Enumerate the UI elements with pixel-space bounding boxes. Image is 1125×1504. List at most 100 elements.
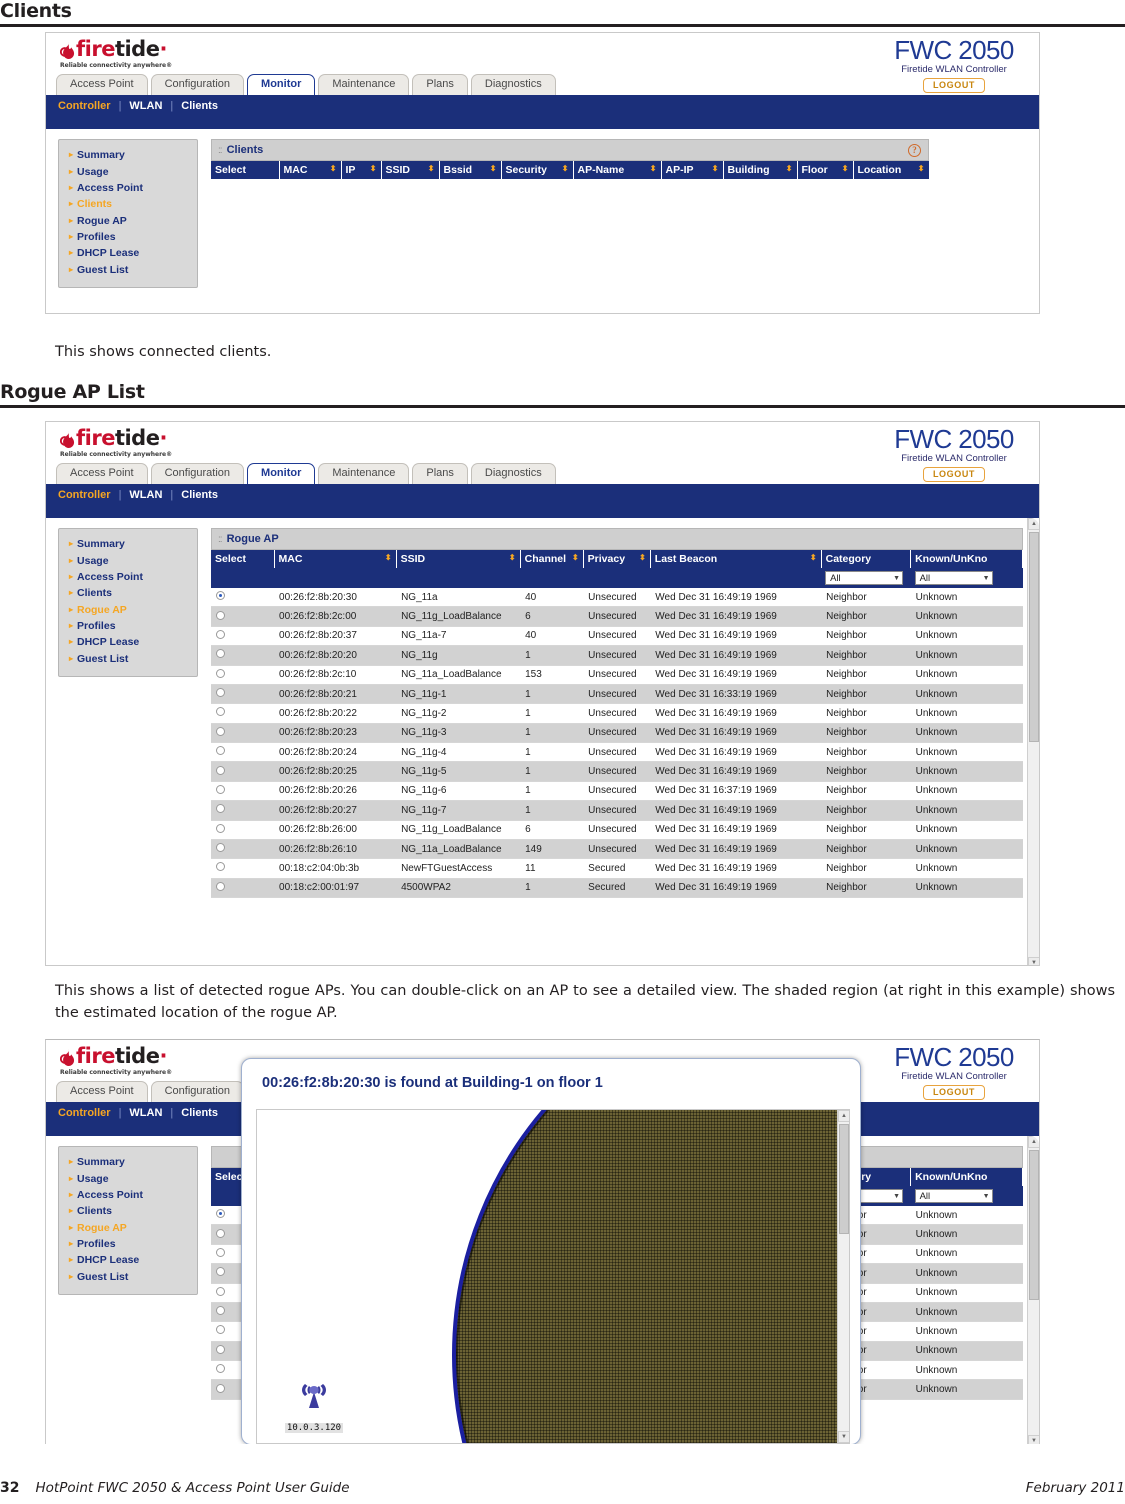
row-select-cell[interactable] — [211, 684, 275, 705]
tab-configuration[interactable]: Configuration — [150, 73, 245, 95]
sort-arrows-icon[interactable]: ⬍ — [918, 164, 925, 174]
sidebar-item-usage[interactable]: ▸ Usage — [65, 1170, 191, 1186]
help-icon[interactable]: ? — [908, 143, 921, 157]
scroll-up-arrow[interactable]: ▲ — [1028, 518, 1039, 530]
tab-diagnostics[interactable]: Diagnostics — [470, 462, 556, 484]
drag-grip-icon[interactable]: :: — [218, 145, 222, 156]
tab-access-point[interactable]: Access Point — [56, 462, 148, 484]
sort-arrows-icon[interactable]: ⬍ — [842, 164, 849, 174]
sidebar-item-guest-list[interactable]: ▸ Guest List — [65, 262, 191, 278]
sidebar-item-dhcp-lease[interactable]: ▸ DHCP Lease — [65, 1252, 191, 1268]
scroll-thumb[interactable] — [1029, 532, 1039, 742]
row-radio-button[interactable] — [216, 784, 225, 794]
page-vertical-scrollbar[interactable]: ▲ ▼ — [1027, 518, 1039, 965]
tab-configuration[interactable]: Configuration — [150, 462, 245, 484]
sidebar-item-profiles[interactable]: ▸ Profiles — [65, 618, 191, 634]
row-radio-button[interactable] — [216, 649, 225, 659]
sidebar-item-summary[interactable]: ▸ Summary — [65, 147, 191, 163]
row-radio-button[interactable] — [216, 1344, 225, 1354]
sidebar-item-profiles[interactable]: ▸ Profiles — [65, 1236, 191, 1252]
sort-arrows-icon[interactable]: ⬍ — [639, 553, 646, 563]
row-radio-button[interactable] — [216, 707, 225, 717]
logout-button[interactable]: LOGOUT — [922, 467, 986, 483]
rogue-col-privacy[interactable]: Privacy ⬍ — [583, 550, 651, 568]
sort-arrows-icon[interactable]: ⬍ — [385, 553, 392, 563]
table-row[interactable]: 00:26:f2:8b:2c:00NG_11g_LoadBalance6Unse… — [211, 606, 1023, 627]
map-vertical-scrollbar[interactable]: ▲ ▼ — [837, 1110, 849, 1443]
row-select-cell[interactable] — [211, 878, 275, 899]
row-radio-button[interactable] — [216, 1286, 225, 1296]
table-row[interactable]: 00:26:f2:8b:26:00 NG_11g_LoadBalance 6 Unse… — [211, 820, 1023, 840]
sort-arrows-icon[interactable]: ⬍ — [330, 164, 337, 174]
row-select-cell[interactable] — [211, 839, 275, 860]
tab-maintenance[interactable]: Maintenance — [318, 73, 410, 95]
row-select-cell[interactable] — [211, 858, 275, 879]
sidebar-item-access-point[interactable]: ▸ Access Point — [65, 1187, 191, 1203]
row-select-cell[interactable] — [211, 723, 275, 744]
sort-arrows-icon[interactable]: ⬍ — [650, 164, 657, 174]
sort-arrows-icon[interactable]: ⬍ — [810, 553, 817, 563]
rogue-col-channel[interactable]: Channel ⬍ — [520, 550, 584, 568]
clients-col-security[interactable]: Security ⬍ — [501, 161, 574, 179]
row-select-cell[interactable] — [211, 645, 275, 666]
sidebar-item-clients[interactable]: ▸ Clients — [65, 196, 191, 212]
breadcrumb-controller[interactable]: Controller — [58, 489, 119, 501]
row-radio-button[interactable] — [216, 746, 225, 756]
table-row[interactable]: 00:26:f2:8b:20:30NG_11a40UnsecuredWed De… — [211, 588, 1023, 608]
scroll-up-arrow[interactable]: ▲ — [838, 1110, 849, 1122]
clients-col-floor[interactable]: Floor ⬍ — [797, 161, 854, 179]
row-radio-button[interactable] — [216, 1228, 225, 1238]
row-radio-button[interactable] — [216, 629, 225, 639]
row-radio-button[interactable] — [216, 1209, 225, 1219]
table-row[interactable]: 00:26:f2:8b:20:24NG_11g-41UnsecuredWed D… — [211, 742, 1023, 763]
table-row[interactable]: 00:26:f2:8b:20:20NG_11g1UnsecuredWed Dec… — [211, 645, 1023, 666]
logout-button[interactable]: LOGOUT — [922, 1085, 986, 1101]
breadcrumb-controller[interactable]: Controller — [58, 100, 119, 112]
logout-button[interactable]: LOGOUT — [922, 78, 986, 94]
tab-access-point[interactable]: Access Point — [56, 73, 148, 95]
table-row[interactable]: 00:26:f2:8b:20:26 NG_11g-6 1 Unsecured Wed D… — [211, 781, 1023, 802]
row-radio-button[interactable] — [216, 1306, 225, 1316]
tab-access-point[interactable]: Access Point — [56, 1080, 148, 1102]
rogue-col-ssid[interactable]: SSID ⬍ — [396, 550, 521, 568]
tab-maintenance[interactable]: Maintenance — [318, 462, 410, 484]
row-radio-button[interactable] — [216, 765, 225, 775]
table-row[interactable]: 00:26:f2:8b:20:37NG_11a-740UnsecuredWed … — [211, 626, 1023, 647]
clients-col-bssid[interactable]: Bssid ⬍ — [439, 161, 502, 179]
row-radio-button[interactable] — [216, 1267, 225, 1277]
sort-arrows-icon[interactable]: ⬍ — [712, 164, 719, 174]
clients-col-ap-ip[interactable]: AP-IP ⬍ — [661, 161, 724, 179]
sidebar-item-usage[interactable]: ▸ Usage — [65, 552, 191, 568]
breadcrumb-wlan[interactable]: WLAN — [121, 489, 170, 501]
sort-arrows-icon[interactable]: ⬍ — [509, 553, 516, 563]
sort-arrows-icon[interactable]: ⬍ — [562, 164, 569, 174]
scroll-down-arrow[interactable]: ▼ — [1028, 1435, 1039, 1444]
row-select-cell[interactable] — [211, 626, 275, 647]
known-filter-select[interactable]: All ▼ — [914, 571, 993, 585]
tab-monitor[interactable]: Monitor — [247, 462, 316, 484]
tab-monitor[interactable]: Monitor — [247, 73, 316, 95]
sidebar-item-summary[interactable]: ▸ Summary — [65, 1154, 191, 1170]
sidebar-item-rogue-ap[interactable]: ▸ Rogue AP — [65, 602, 191, 618]
table-row[interactable]: 00:18:c2:04:0b:3b NewFTGuestAccess 11 Secur… — [211, 858, 1023, 879]
scroll-thumb[interactable] — [1029, 1150, 1039, 1300]
breadcrumb-clients[interactable]: Clients — [173, 489, 226, 501]
row-select-cell[interactable] — [211, 703, 275, 724]
floor-map-canvas[interactable]: 10.0.3.120 — [257, 1110, 849, 1443]
row-radio-button[interactable] — [216, 1247, 225, 1257]
sidebar-item-summary[interactable]: ▸ Summary — [65, 536, 191, 552]
breadcrumb-wlan[interactable]: WLAN — [121, 1107, 170, 1119]
clients-col-ssid[interactable]: SSID ⬍ — [381, 161, 440, 179]
table-row[interactable]: 00:26:f2:8b:20:23NG_11g-31UnsecuredWed D… — [211, 723, 1023, 744]
clients-col-building[interactable]: Building ⬍ — [723, 161, 798, 179]
category-filter-select[interactable]: All ▼ — [825, 571, 904, 585]
sidebar-item-access-point[interactable]: ▸ Access Point — [65, 180, 191, 196]
row-select-cell[interactable] — [211, 800, 275, 821]
table-row[interactable]: 00:26:f2:8b:20:27 NG_11g-7 1 Unsecured Wed D… — [211, 800, 1023, 821]
breadcrumb-controller[interactable]: Controller — [58, 1107, 119, 1119]
row-radio-button[interactable] — [216, 804, 225, 814]
rogue-col-mac[interactable]: MAC ⬍ — [274, 550, 397, 568]
table-row[interactable]: 00:26:f2:8b:26:10 NG_11a_LoadBalance 149 Un… — [211, 839, 1023, 860]
scroll-down-arrow[interactable]: ▼ — [838, 1431, 849, 1443]
tab-plans[interactable]: Plans — [412, 73, 468, 95]
